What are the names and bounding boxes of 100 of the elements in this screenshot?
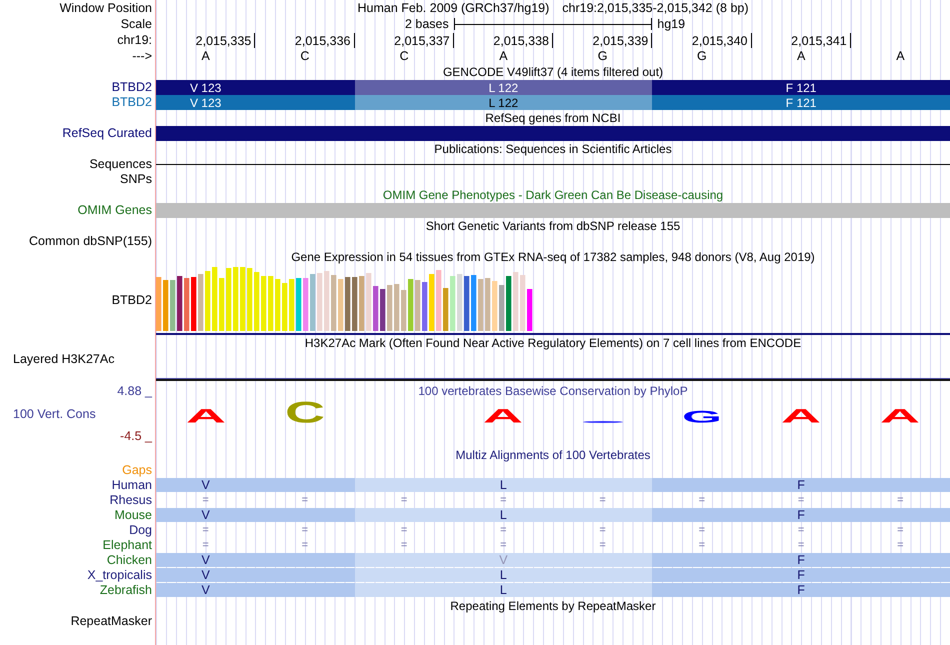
track-label: BTBD2 [112, 80, 152, 95]
expression-bar [492, 281, 498, 331]
expression-bar [457, 274, 462, 331]
assembly-name: Human Feb. 2009 (GRCh37/hg19) [357, 0, 550, 16]
expression-bar [408, 279, 414, 331]
expression-bar [324, 271, 330, 331]
expression-bar [485, 278, 490, 331]
track-title: Publications: Sequences in Scientific Articles [434, 142, 672, 156]
expression-bar [352, 277, 358, 331]
expression-bar [177, 276, 182, 331]
expression-bar [303, 278, 308, 331]
expression-bar [296, 278, 302, 331]
track-label: RepeatMasker [70, 614, 152, 629]
expression-bar [310, 274, 316, 331]
expression-bar [471, 275, 476, 331]
expression-bar [198, 274, 204, 331]
track-label: Rhesus [110, 493, 152, 508]
match-mark: = [500, 523, 507, 538]
expression-bar [331, 275, 336, 331]
expression-bar [184, 278, 190, 331]
expression-bar [506, 276, 512, 331]
expression-bar [366, 273, 372, 331]
codon-segment: V 123 [156, 95, 354, 110]
expression-bar [247, 268, 252, 331]
codon-segment: F 121 [652, 95, 950, 110]
match-mark: = [599, 493, 606, 508]
match-mark: = [897, 538, 904, 553]
logo-letter: A [186, 408, 226, 423]
match-mark: = [202, 523, 209, 538]
expression-bar [387, 285, 392, 331]
expression-bar [527, 289, 532, 331]
track-label: Zebrafish [100, 583, 152, 598]
match-mark: = [202, 538, 209, 553]
logo-letter: A [483, 408, 524, 423]
match-mark: = [698, 493, 706, 508]
track-title: Repeating Elements by RepeatMasker [450, 599, 656, 613]
expression-bar [205, 271, 210, 331]
expression-bar [240, 267, 246, 331]
expression-bar [513, 272, 518, 331]
expression-bar [436, 270, 442, 331]
expression-bar [233, 267, 238, 331]
ruler-label: ---> [132, 48, 152, 64]
ruler-tick-label: 2,015,337 [394, 33, 454, 48]
match-mark: = [897, 523, 904, 538]
match-mark: = [400, 538, 408, 553]
expression-bar [464, 276, 470, 331]
alignment-codon: L [354, 478, 652, 492]
match-mark: = [400, 493, 408, 508]
axis-max-label: 4.88 _ [117, 384, 152, 399]
track-label: Sequences [89, 157, 152, 172]
track-label: Mouse [114, 508, 152, 523]
expression-bar [289, 279, 294, 331]
track-label: BTBD2 [112, 95, 152, 110]
expression-bar [520, 275, 526, 331]
track-label: Gaps [122, 463, 152, 478]
expression-bar [317, 273, 322, 331]
expression-bar [163, 280, 168, 331]
codon-segment: L 122 [354, 80, 652, 95]
codon-segment: F 121 [652, 80, 950, 95]
alignment-codon: V [354, 553, 652, 567]
track-label: Layered H3K27Ac [13, 352, 114, 367]
alignment-codon: V [156, 553, 354, 567]
match-mark: = [798, 523, 804, 538]
track-label: X_tropicalis [87, 568, 152, 583]
track-title: Gene Expression in 54 tissues from GTEx RNA-seq of 17382 samples, 948 donors (V8, Aug 2019) [291, 250, 815, 264]
expression-bar [226, 268, 232, 331]
track-label: Dog [129, 523, 152, 538]
expression-bar [443, 288, 448, 331]
alignment-codon: V [156, 568, 354, 582]
ruler-tick-label: 2,015,339 [592, 33, 652, 48]
track-label: Chicken [106, 553, 152, 568]
expression-bar [156, 277, 162, 331]
expression-bar [254, 272, 260, 331]
axis-min-label: -4.5 _ [120, 429, 152, 444]
match-mark: = [500, 538, 507, 553]
track-title: Multiz Alignments of 100 Vertebrates [456, 448, 650, 462]
expression-bar [422, 282, 428, 331]
match-mark: = [302, 493, 308, 508]
base-letter: G [598, 48, 608, 64]
expression-bar [415, 280, 420, 331]
expression-bar [478, 279, 484, 331]
match-mark: = [500, 493, 507, 508]
ruler-label: Scale [120, 16, 152, 32]
base-letter: C [400, 48, 409, 64]
expression-bar [380, 289, 386, 331]
base-letter: G [697, 48, 707, 64]
base-letter: C [300, 48, 310, 64]
alignment-codon: V [156, 478, 354, 492]
alignment-codon: L [354, 583, 652, 597]
expression-bar [191, 277, 196, 331]
match-mark: = [599, 523, 606, 538]
track-label: 100 Vert. Cons [13, 406, 96, 422]
match-mark: = [897, 493, 904, 508]
match-mark: = [698, 538, 706, 553]
codon-segment: V 123 [156, 80, 354, 95]
match-mark: = [302, 538, 308, 553]
track-title: OMIM Gene Phenotypes - Dark Green Can Be Disease-causing [382, 188, 724, 202]
alignment-codon: L [354, 508, 652, 522]
logo-letter: A [880, 408, 920, 423]
alignment-codon: F [652, 583, 950, 597]
